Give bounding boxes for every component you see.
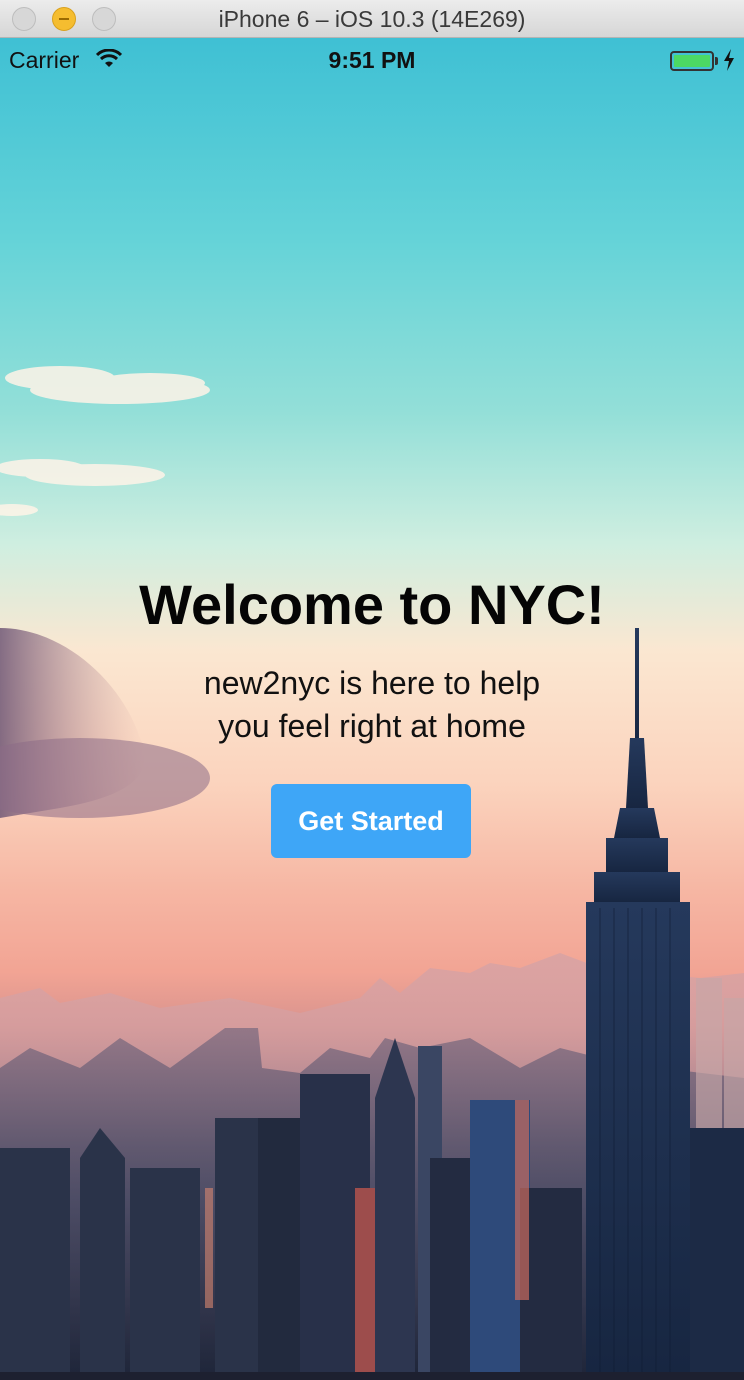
battery-fill xyxy=(674,55,710,67)
window-bottom-edge xyxy=(0,1372,744,1380)
get-started-button[interactable]: Get Started xyxy=(271,784,471,858)
window-title-bar: iPhone 6 – iOS 10.3 (14E269) xyxy=(0,0,744,38)
app-screen: Carrier 9:51 PM Welcome to NYC! new2nyc … xyxy=(0,38,744,1372)
window-title: iPhone 6 – iOS 10.3 (14E269) xyxy=(218,6,526,32)
welcome-subtitle: new2nyc is here to help you feel right a… xyxy=(172,662,572,748)
battery-tip xyxy=(715,57,718,65)
subtitle-line-1: new2nyc is here to help xyxy=(203,665,541,701)
ios-status-bar: Carrier 9:51 PM xyxy=(0,38,744,84)
welcome-title: Welcome to NYC! xyxy=(139,573,605,636)
simulator-window: iPhone 6 – iOS 10.3 (14E269) Carrier 9:5… xyxy=(0,0,744,1380)
subtitle-line-2: you feel right at home xyxy=(218,708,526,744)
status-time: 9:51 PM xyxy=(328,47,416,73)
battery-indicator xyxy=(670,51,714,71)
charging-bolt-icon xyxy=(724,49,734,71)
